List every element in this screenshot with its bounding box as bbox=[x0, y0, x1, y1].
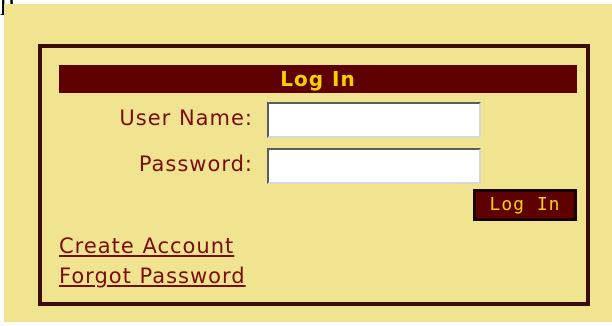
password-label: Password: bbox=[138, 152, 253, 176]
username-input[interactable] bbox=[267, 102, 481, 138]
login-box: Log In User Name: Password: Log In Creat… bbox=[38, 44, 590, 306]
login-button[interactable]: Log In bbox=[473, 189, 577, 221]
create-account-link[interactable]: Create Account bbox=[59, 234, 234, 258]
login-title: Log In bbox=[59, 65, 577, 93]
username-label: User Name: bbox=[119, 106, 253, 130]
page: p Log In User Name: Password: Log In Cre… bbox=[0, 0, 612, 326]
password-input[interactable] bbox=[267, 148, 481, 184]
forgot-password-link[interactable]: Forgot Password bbox=[59, 264, 246, 288]
